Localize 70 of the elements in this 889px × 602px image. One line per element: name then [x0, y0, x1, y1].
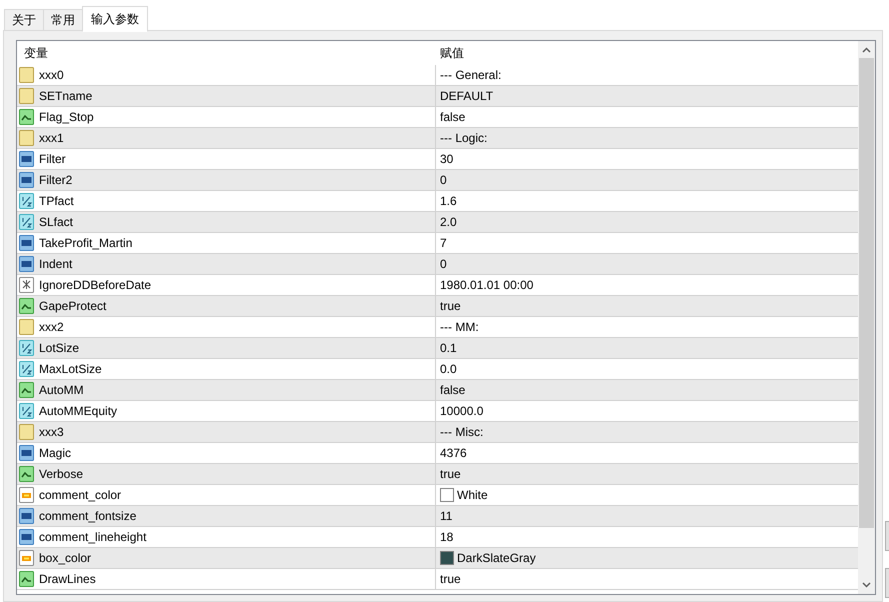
parameter-name: xxx1 [39, 130, 64, 147]
parameter-name: MaxLotSize [39, 361, 102, 378]
parameter-name: Indent [39, 256, 72, 273]
parameter-value[interactable]: 7 [440, 234, 447, 252]
toggle-type-icon [19, 109, 34, 125]
parameter-value[interactable]: true [440, 570, 461, 588]
parameter-value[interactable]: 0 [440, 255, 447, 273]
parameter-name: SLfact [39, 214, 74, 231]
parameter-name: Flag_Stop [39, 109, 94, 126]
tab[interactable]: 输入参数 [82, 6, 148, 32]
toggle-type-icon [19, 382, 34, 398]
scrollbar-thumb[interactable] [859, 58, 874, 528]
parameter-value[interactable]: DEFAULT [440, 87, 494, 105]
tab[interactable]: 关于 [4, 9, 44, 31]
scrollbar[interactable] [858, 41, 875, 594]
parameter-name: xxx0 [39, 67, 64, 84]
fraction-type-icon [19, 403, 34, 419]
parameter-value[interactable]: 30 [440, 150, 454, 168]
toggle-type-icon [19, 298, 34, 314]
parameter-value[interactable]: 10000.0 [440, 402, 484, 420]
scroll-down-icon[interactable] [862, 582, 871, 588]
parameter-name: AutoMMEquity [39, 403, 118, 420]
parameter-value[interactable]: false [440, 381, 466, 399]
toggle-type-icon [19, 571, 34, 587]
parameter-value[interactable]: --- MM: [440, 318, 479, 336]
parameter-name: Magic [39, 445, 72, 462]
parameter-name: box_color [39, 550, 92, 567]
scroll-up-icon[interactable] [862, 47, 871, 53]
tab[interactable]: 常用 [43, 9, 83, 31]
parameter-name: Verbose [39, 466, 84, 483]
parameter-name: xxx3 [39, 424, 64, 441]
parameter-value[interactable]: 0.1 [440, 339, 457, 357]
parameter-value[interactable]: true [440, 297, 461, 315]
parameter-name: TakeProfit_Martin [39, 235, 132, 252]
parameter-name: comment_color [39, 487, 122, 504]
parameter-name: GapeProtect [39, 298, 106, 315]
parameter-name: DrawLines [39, 571, 96, 588]
parameter-name: comment_fontsize [39, 508, 136, 525]
parameter-value[interactable]: --- Misc: [440, 423, 484, 441]
parameter-value[interactable]: 18 [440, 528, 454, 546]
toggle-type-icon [19, 466, 34, 482]
column-header[interactable]: 变量 [17, 41, 436, 65]
parameter-name: Filter [39, 151, 66, 168]
fraction-type-icon [19, 214, 34, 230]
fraction-type-icon [19, 193, 34, 209]
fraction-type-icon [19, 361, 34, 377]
parameter-value[interactable]: --- General: [440, 66, 502, 84]
parameter-value[interactable]: White [457, 486, 488, 504]
column-header[interactable]: 赋值 [436, 41, 854, 65]
parameter-value[interactable]: 4376 [440, 444, 467, 462]
parameter-value[interactable]: false [440, 108, 466, 126]
parameter-name: AutoMM [39, 382, 84, 399]
parameter-name: IgnoreDDBeforeDate [39, 277, 152, 294]
parameter-value[interactable]: 1.6 [440, 192, 457, 210]
parameter-name: TPfact [39, 193, 74, 210]
parameter-value[interactable]: 0 [440, 171, 447, 189]
parameter-value[interactable]: DarkSlateGray [457, 549, 536, 567]
parameter-value[interactable]: 1980.01.01 00:00 [440, 276, 534, 294]
parameter-name: Filter2 [39, 172, 72, 189]
parameter-value[interactable]: 0.0 [440, 360, 457, 378]
parameter-name: comment_lineheight [39, 529, 146, 546]
parameter-name: LotSize [39, 340, 80, 357]
parameter-value[interactable]: 11 [440, 507, 452, 525]
parameter-name: SETname [39, 88, 92, 105]
palette-type-icon [19, 550, 34, 566]
parameter-value[interactable]: true [440, 465, 461, 483]
parameter-value[interactable]: --- Logic: [440, 129, 488, 147]
fraction-type-icon [19, 340, 34, 356]
parameter-value[interactable]: 2.0 [440, 213, 457, 231]
parameter-name: xxx2 [39, 319, 64, 336]
